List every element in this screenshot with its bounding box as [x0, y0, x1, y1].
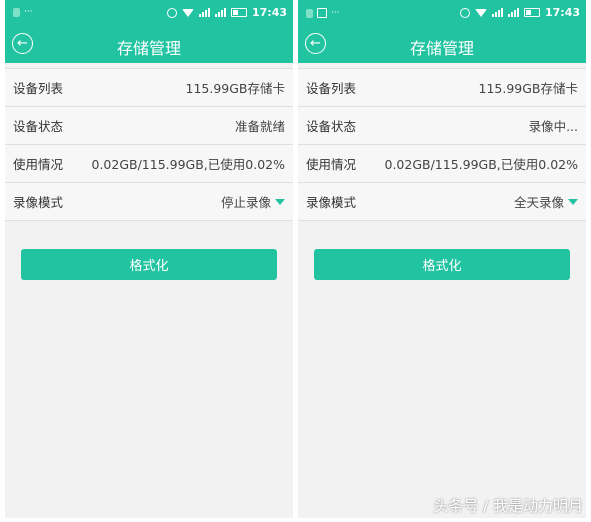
- row-label: 设备状态: [306, 119, 357, 134]
- dropdown-arrow-icon: [275, 198, 285, 205]
- row-label: 录像模式: [306, 195, 357, 210]
- title-bar: ← 存储管理: [5, 28, 293, 63]
- record-mode-select[interactable]: 全天录像: [514, 192, 578, 211]
- row-label: 设备列表: [13, 81, 64, 96]
- wifi-icon: [181, 8, 194, 17]
- watermark: 头条号 / 我是动力明月: [433, 497, 583, 515]
- settings-list: 设备列表 115.99GB存储卡 设备状态 录像中... 使用情况 0.02GB…: [298, 68, 586, 221]
- signal-icon: [491, 8, 503, 17]
- signal-icon: [507, 8, 519, 17]
- title-bar: ← 存储管理: [298, 28, 586, 63]
- phone-screen-right: ··· 17:43 ← 存储管理 设备列表 115.99GB存储卡 设备状态 录…: [298, 0, 586, 518]
- format-button[interactable]: 格式化: [21, 249, 277, 280]
- row-value: 0.02GB/115.99GB,已使用0.02%: [91, 157, 286, 172]
- row-value: 0.02GB/115.99GB,已使用0.02%: [384, 157, 579, 172]
- battery-icon: [230, 8, 247, 17]
- row-value: 115.99GB存储卡: [478, 81, 579, 96]
- row-device-status: 设备状态 准备就绪: [5, 107, 293, 145]
- page-title: 存储管理: [116, 39, 181, 58]
- app-notification-icon: [306, 8, 313, 18]
- row-usage: 使用情况 0.02GB/115.99GB,已使用0.02%: [298, 145, 586, 183]
- row-label: 使用情况: [13, 157, 64, 172]
- status-dots: ···: [24, 7, 33, 17]
- record-mode-value: 全天录像: [513, 195, 564, 210]
- wifi-icon: [474, 8, 487, 17]
- row-value: 准备就绪: [234, 119, 285, 134]
- alarm-icon: [166, 7, 177, 18]
- row-device-status: 设备状态 录像中...: [298, 107, 586, 145]
- status-dots: ···: [331, 7, 340, 18]
- alarm-icon: [459, 7, 470, 18]
- row-record-mode[interactable]: 录像模式 全天录像: [298, 183, 586, 221]
- row-label: 录像模式: [13, 195, 64, 210]
- format-button[interactable]: 格式化: [314, 249, 570, 280]
- dropdown-arrow-icon: [568, 198, 578, 205]
- row-record-mode[interactable]: 录像模式 停止录像: [5, 183, 293, 221]
- status-bar: ··· 17:43: [5, 0, 293, 28]
- status-bar: ··· 17:43: [298, 0, 586, 28]
- status-time: 17:43: [251, 6, 287, 19]
- row-value: 115.99GB存储卡: [185, 81, 286, 96]
- app-notification-icon: [13, 8, 20, 17]
- record-mode-select[interactable]: 停止录像: [221, 192, 285, 211]
- image-notification-icon: [317, 8, 327, 18]
- row-value: 录像中...: [528, 119, 578, 134]
- page-title: 存储管理: [409, 39, 474, 58]
- signal-icon: [198, 8, 210, 17]
- signal-icon: [214, 8, 226, 17]
- settings-list: 设备列表 115.99GB存储卡 设备状态 准备就绪 使用情况 0.02GB/1…: [5, 68, 293, 221]
- status-time: 17:43: [544, 6, 580, 19]
- row-label: 设备状态: [13, 119, 64, 134]
- row-label: 设备列表: [306, 81, 357, 96]
- phone-screen-left: ··· 17:43 ← 存储管理 设备列表 115.99GB存储卡 设备状态 准…: [5, 0, 293, 518]
- row-usage: 使用情况 0.02GB/115.99GB,已使用0.02%: [5, 145, 293, 183]
- battery-icon: [523, 8, 540, 17]
- row-label: 使用情况: [306, 157, 357, 172]
- row-device-list: 设备列表 115.99GB存储卡: [5, 69, 293, 107]
- row-device-list: 设备列表 115.99GB存储卡: [298, 69, 586, 107]
- record-mode-value: 停止录像: [220, 195, 271, 210]
